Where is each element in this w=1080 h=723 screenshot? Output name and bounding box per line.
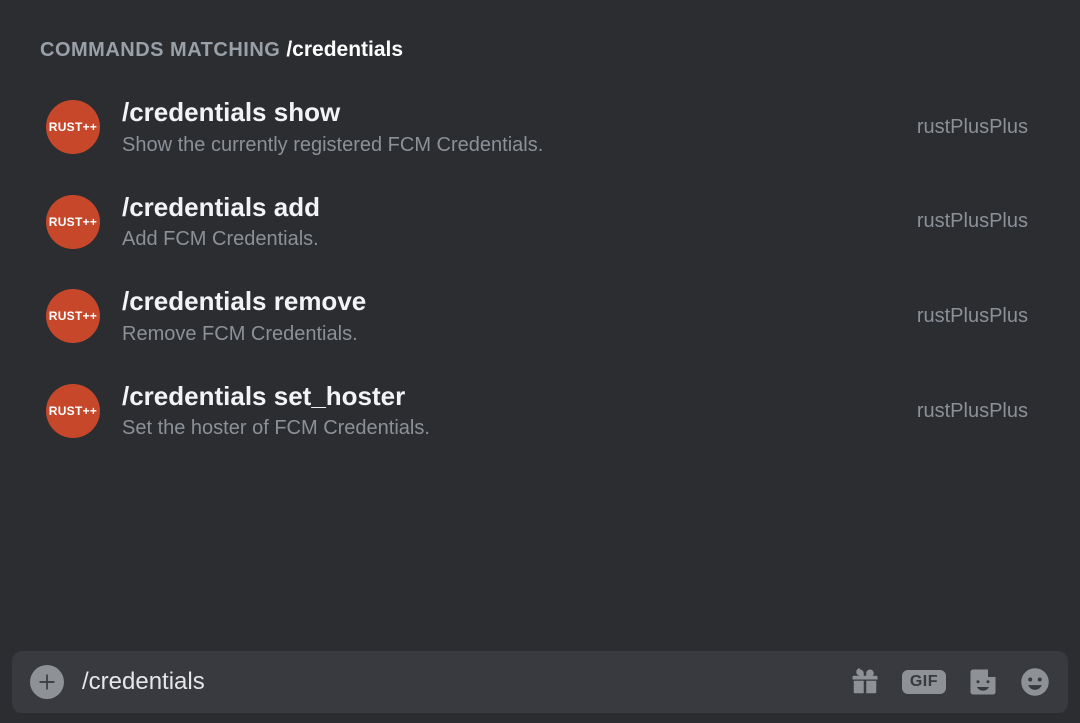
command-texts: /credentials add Add FCM Credentials. [122,193,895,252]
command-name: /credentials remove [122,287,895,316]
command-name: /credentials show [122,98,895,127]
command-texts: /credentials show Show the currently reg… [122,98,895,157]
attach-button[interactable] [30,665,64,699]
command-description: Add FCM Credentials. [122,227,895,251]
sticker-button[interactable] [968,667,998,697]
command-texts: /credentials remove Remove FCM Credentia… [122,287,895,346]
command-description: Remove FCM Credentials. [122,322,895,346]
command-app-name: rustPlusPlus [917,305,1034,328]
header-prefix-text: COMMANDS MATCHING [40,39,280,62]
app-avatar-icon: RUST++ [46,195,100,249]
input-actions: GIF [850,667,1050,697]
plus-icon [37,672,57,692]
command-item-credentials-show[interactable]: RUST++ /credentials show Show the curren… [40,92,1040,163]
message-input[interactable] [82,668,832,696]
command-description: Show the currently registered FCM Creden… [122,133,895,157]
command-name: /credentials add [122,193,895,222]
gif-button[interactable]: GIF [902,670,946,694]
command-item-credentials-add[interactable]: RUST++ /credentials add Add FCM Credenti… [40,187,1040,258]
gift-icon [850,667,880,697]
message-input-bar: GIF [12,651,1068,713]
command-app-name: rustPlusPlus [917,400,1034,423]
app-avatar-icon: RUST++ [46,289,100,343]
gift-button[interactable] [850,667,880,697]
emoji-button[interactable] [1020,667,1050,697]
app-avatar-icon: RUST++ [46,100,100,154]
autocomplete-header: COMMANDS MATCHING /credentials [40,38,1040,62]
command-list: RUST++ /credentials show Show the curren… [40,92,1040,623]
command-autocomplete-panel: COMMANDS MATCHING /credentials RUST++ /c… [12,10,1068,633]
command-app-name: rustPlusPlus [917,116,1034,139]
command-app-name: rustPlusPlus [917,210,1034,233]
emoji-icon [1020,667,1050,697]
command-description: Set the hoster of FCM Credentials. [122,416,895,440]
command-name: /credentials set_hoster [122,382,895,411]
command-texts: /credentials set_hoster Set the hoster o… [122,382,895,441]
header-query-text: /credentials [286,38,403,62]
app-avatar-icon: RUST++ [46,384,100,438]
sticker-icon [968,667,998,697]
command-item-credentials-remove[interactable]: RUST++ /credentials remove Remove FCM Cr… [40,281,1040,352]
command-item-credentials-set-hoster[interactable]: RUST++ /credentials set_hoster Set the h… [40,376,1040,447]
